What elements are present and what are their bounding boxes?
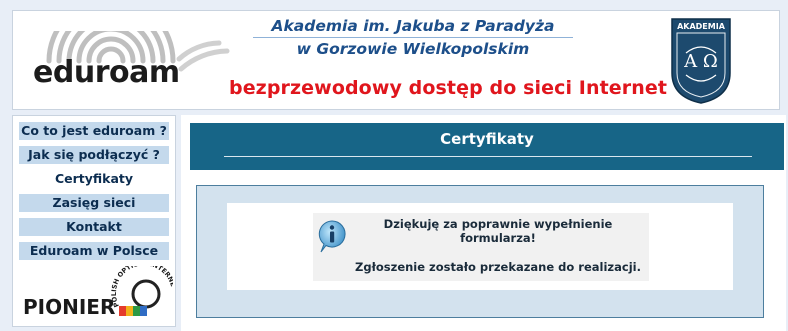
sidebar-item-certyfikaty[interactable]: Certyfikaty: [19, 170, 169, 188]
pionier-logo[interactable]: POLISH OPTICAL INTERNET PIONIER: [21, 266, 173, 322]
sidebar-item-co-to-jest-eduroam[interactable]: Co to jest eduroam ?: [19, 122, 169, 140]
svg-text:AKADEMIA: AKADEMIA: [677, 22, 726, 31]
message-panel: Dziękuję za poprawnie wypełnienie formul…: [196, 185, 764, 318]
tagline: bezprzewodowy dostęp do sieci Internet: [229, 77, 668, 99]
sidebar-item-kontakt[interactable]: Kontakt: [19, 218, 169, 236]
sidebar-item-jak-sie-podlaczyc[interactable]: Jak się podłączyć ?: [19, 146, 169, 164]
academy-crest-logo: AKADEMIA A Ω: [671, 18, 731, 104]
confirmation-text: Dziękuję za poprawnie wypełnienie formul…: [383, 217, 613, 245]
sidebar-item-eduroam-w-polsce[interactable]: Eduroam w Polsce: [19, 242, 169, 260]
info-icon: [318, 220, 346, 253]
sidebar-nav: Co to jest eduroam ? Jak się podłączyć ?…: [12, 115, 176, 327]
svg-text:PIONIER: PIONIER: [23, 295, 115, 319]
university-title: Akademia im. Jakuba z Paradyża w Gorzowi…: [253, 15, 573, 60]
university-name: Akademia im. Jakuba z Paradyża: [253, 15, 573, 38]
confirmation-message: Dziękuję za poprawnie wypełnienie formul…: [313, 213, 649, 281]
eduroam-wordmark: eduroam: [33, 55, 180, 90]
svg-text:A Ω: A Ω: [683, 51, 718, 72]
page-title-bar: Certyfikaty: [190, 123, 784, 170]
message-box: Dziękuję za poprawnie wypełnienie formul…: [227, 203, 733, 290]
submission-status-text: Zgłoszenie zostało przekazane do realiza…: [355, 260, 641, 274]
sidebar-item-zasieg-sieci[interactable]: Zasięg sieci: [19, 194, 169, 212]
main-content: Certyfikaty Dziękuję za poprawnie wypełn…: [181, 115, 786, 331]
page-title: Certyfikaty: [440, 130, 534, 148]
university-city: w Gorzowie Wielkopolskim: [296, 40, 530, 58]
header-banner: eduroam Akademia im. Jakuba z Paradyża w…: [12, 10, 780, 110]
title-divider: [224, 156, 752, 157]
